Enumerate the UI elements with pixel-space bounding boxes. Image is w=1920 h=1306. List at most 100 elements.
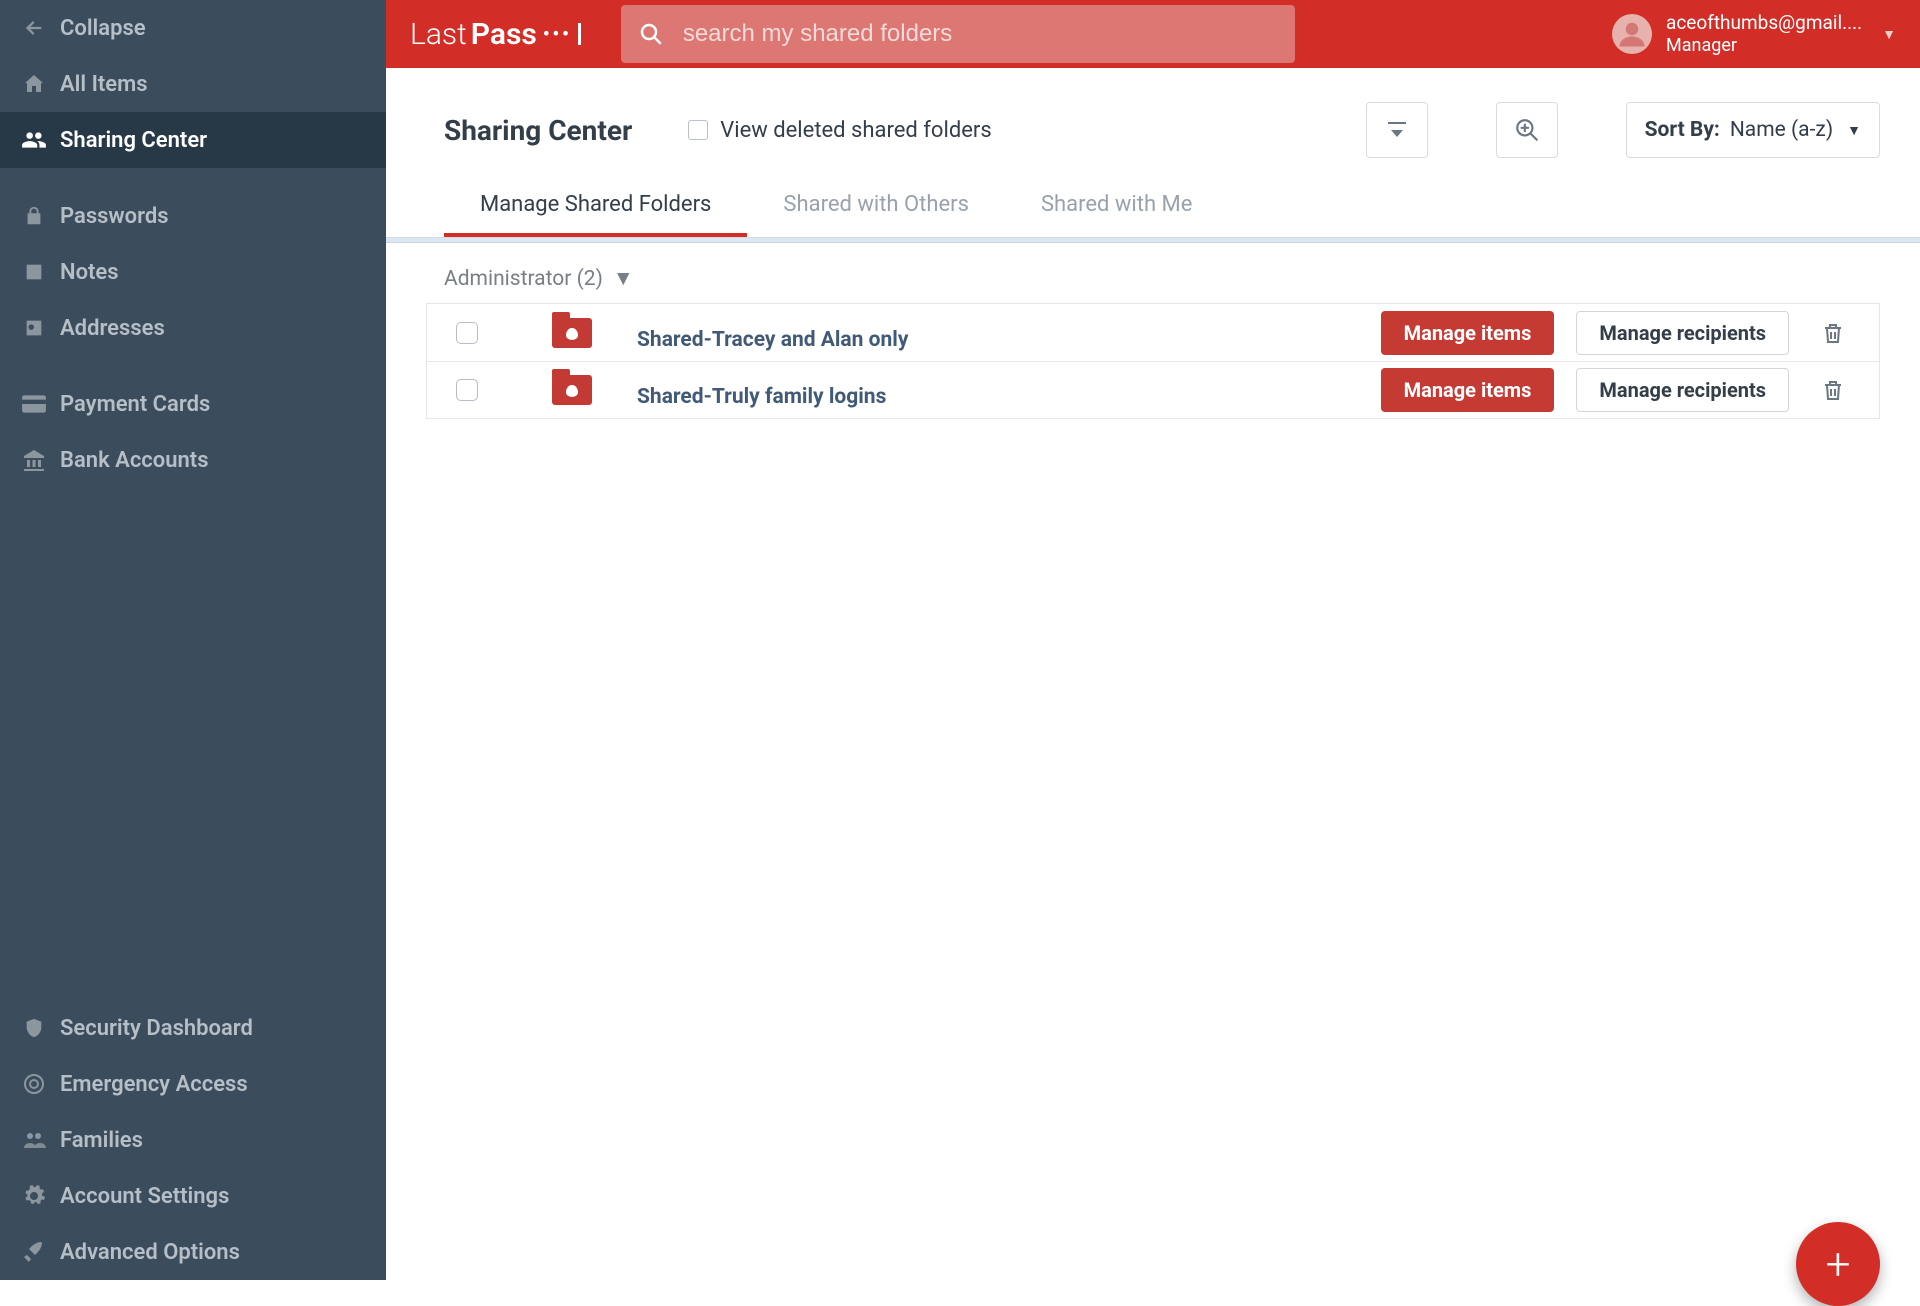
sidebar-collapse-label: Collapse [60, 16, 146, 41]
sort-label: Sort By: [1645, 118, 1720, 142]
chevron-down-icon: ▼ [1847, 122, 1861, 139]
sidebar-item-label: Account Settings [60, 1184, 229, 1209]
folder-icon-cell [507, 375, 637, 405]
sidebar-item-label: Payment Cards [60, 392, 210, 417]
account-role: Manager [1666, 35, 1862, 58]
sort-button[interactable]: Sort By: Name (a-z) ▼ [1626, 102, 1880, 158]
row-checkbox-cell [427, 322, 507, 344]
account-text: aceofthumbs@gmail.... Manager [1666, 11, 1862, 57]
sidebar-collapse[interactable]: Collapse [0, 0, 386, 56]
plus-icon: + [1826, 1238, 1851, 1290]
share-icon [8, 127, 60, 153]
lifebuoy-icon [8, 1072, 60, 1096]
logo-dots-icon: ••• [543, 24, 572, 45]
folder-icon-cell [507, 318, 637, 348]
sidebar-item-label: Emergency Access [60, 1072, 248, 1097]
bank-icon [8, 448, 60, 472]
sidebar-item-label: Security Dashboard [60, 1016, 253, 1041]
manage-recipients-button[interactable]: Manage recipients [1576, 311, 1789, 355]
sidebar-item-label: All Items [60, 72, 148, 97]
view-deleted-toggle[interactable]: View deleted shared folders [688, 118, 991, 143]
logo: LastPass ••• [410, 17, 581, 52]
delete-button[interactable] [1811, 320, 1855, 346]
sidebar-item-families[interactable]: Families [0, 1112, 386, 1168]
manage-recipients-button[interactable]: Manage recipients [1576, 368, 1789, 412]
add-button[interactable]: + [1796, 1222, 1880, 1306]
search-input[interactable] [683, 20, 1277, 48]
home-icon [8, 72, 60, 96]
sidebar-item-notes[interactable]: Notes [0, 244, 386, 300]
delete-button[interactable] [1811, 377, 1855, 403]
divider [0, 168, 386, 188]
search-box[interactable] [621, 5, 1295, 63]
row-checkbox-cell [427, 379, 507, 401]
topbar: LastPass ••• aceofthumbs@gmail.... Manag… [386, 0, 1920, 68]
sort-value: Name (a-z) [1730, 118, 1833, 142]
logo-part-2: Pass [471, 17, 537, 52]
tab-manage-shared-folders[interactable]: Manage Shared Folders [444, 180, 747, 237]
view-deleted-label: View deleted shared folders [720, 118, 991, 143]
manage-items-button[interactable]: Manage items [1381, 368, 1555, 412]
arrow-left-icon [8, 17, 60, 39]
table-row: Shared-Tracey and Alan only Manage items… [426, 303, 1880, 361]
sidebar-item-security-dashboard[interactable]: Security Dashboard [0, 1000, 386, 1056]
shield-icon [8, 1016, 60, 1040]
address-icon [8, 317, 60, 339]
chevron-down-icon: ▼ [613, 267, 634, 291]
page-title: Sharing Center [444, 114, 632, 147]
logo-part-1: Last [410, 17, 467, 52]
account-menu[interactable]: aceofthumbs@gmail.... Manager ▼ [1612, 11, 1896, 57]
sidebar-item-label: Advanced Options [60, 1240, 240, 1265]
spacer [0, 488, 386, 1000]
search-icon [639, 22, 663, 46]
folder-name[interactable]: Shared-Truly family logins [637, 371, 1381, 409]
sidebar-item-bank-accounts[interactable]: Bank Accounts [0, 432, 386, 488]
row-checkbox[interactable] [456, 322, 478, 344]
sidebar-item-emergency-access[interactable]: Emergency Access [0, 1056, 386, 1112]
sidebar-item-addresses[interactable]: Addresses [0, 300, 386, 356]
shared-folder-icon [552, 318, 592, 348]
sidebar-item-label: Sharing Center [60, 128, 207, 153]
sidebar-item-all-items[interactable]: All Items [0, 56, 386, 112]
rocket-icon [8, 1240, 60, 1264]
row-actions: Manage items Manage recipients [1381, 368, 1879, 412]
row-actions: Manage items Manage recipients [1381, 311, 1879, 355]
account-email: aceofthumbs@gmail.... [1666, 11, 1862, 35]
zoom-button[interactable] [1496, 102, 1558, 158]
chevron-down-icon: ▼ [1882, 26, 1896, 43]
tab-shared-with-others[interactable]: Shared with Others [747, 180, 1005, 237]
manage-items-button[interactable]: Manage items [1381, 311, 1555, 355]
sidebar-item-passwords[interactable]: Passwords [0, 188, 386, 244]
card-icon [8, 394, 60, 414]
sidebar-item-label: Passwords [60, 204, 169, 229]
lock-icon [8, 205, 60, 227]
collapse-sections-button[interactable] [1366, 102, 1428, 158]
folder-list: Shared-Tracey and Alan only Manage items… [426, 303, 1880, 419]
group-title: Administrator (2) [444, 267, 603, 291]
sidebar-item-label: Bank Accounts [60, 448, 209, 473]
sidebar-item-sharing-center[interactable]: Sharing Center [0, 112, 386, 168]
note-icon [8, 261, 60, 283]
group-header[interactable]: Administrator (2) ▼ [386, 243, 1920, 303]
logo-cursor-icon [578, 23, 581, 45]
gear-icon [8, 1184, 60, 1208]
title-row: Sharing Center View deleted shared folde… [386, 68, 1920, 176]
row-checkbox[interactable] [456, 379, 478, 401]
shared-folder-icon [552, 375, 592, 405]
tab-shared-with-me[interactable]: Shared with Me [1005, 180, 1228, 237]
sidebar-item-label: Notes [60, 260, 119, 285]
main-area: LastPass ••• aceofthumbs@gmail.... Manag… [386, 0, 1920, 1280]
divider [0, 356, 386, 376]
people-icon [8, 1128, 60, 1152]
table-row: Shared-Truly family logins Manage items … [426, 361, 1880, 419]
tabs: Manage Shared Folders Shared with Others… [386, 176, 1920, 238]
sidebar: Collapse All Items Sharing Center Passwo… [0, 0, 386, 1280]
checkbox-icon[interactable] [688, 120, 708, 140]
avatar [1612, 14, 1652, 54]
folder-name[interactable]: Shared-Tracey and Alan only [637, 314, 1381, 352]
sidebar-item-label: Families [60, 1128, 143, 1153]
sidebar-item-payment-cards[interactable]: Payment Cards [0, 376, 386, 432]
sidebar-item-account-settings[interactable]: Account Settings [0, 1168, 386, 1224]
sidebar-item-advanced-options[interactable]: Advanced Options [0, 1224, 386, 1280]
sidebar-item-label: Addresses [60, 316, 165, 341]
